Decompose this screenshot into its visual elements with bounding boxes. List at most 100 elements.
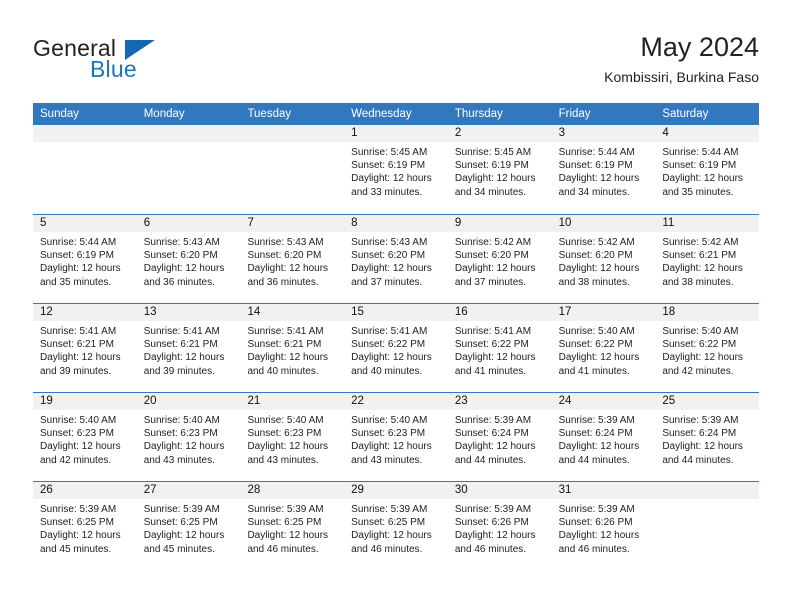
day-cell[interactable]: 22 Sunrise: 5:40 AM Sunset: 6:23 PM Dayligh… — [344, 393, 448, 481]
weekday-header-thursday: Thursday — [454, 108, 503, 120]
day-detail-line: Sunset: 6:19 PM — [662, 160, 737, 172]
day-cell[interactable]: 13 Sunrise: 5:41 AM Sunset: 6:21 PM Dayligh… — [136, 304, 241, 392]
day-cell-empty — [655, 482, 760, 570]
day-detail-line: and 42 minutes. — [40, 454, 112, 466]
day-detail-line: and 43 minutes. — [351, 454, 423, 466]
day-details: Sunrise: 5:44 AM Sunset: 6:19 PM Daylight:… — [552, 142, 656, 199]
day-cell[interactable]: 29 Sunrise: 5:39 AM Sunset: 6:25 PM Dayligh… — [344, 482, 448, 570]
day-cell[interactable]: 17 Sunrise: 5:40 AM Sunset: 6:22 PM Dayligh… — [551, 304, 656, 392]
day-number: 12 — [33, 304, 137, 321]
day-detail-line: Sunrise: 5:40 AM — [351, 415, 428, 426]
day-details: Sunrise: 5:40 AM Sunset: 6:23 PM Daylight:… — [137, 410, 241, 467]
day-cell[interactable]: 16 Sunrise: 5:41 AM Sunset: 6:22 PM Dayligh… — [447, 304, 552, 392]
calendar-week-row: 12 Sunrise: 5:41 AM Sunset: 6:21 PM Dayligh… — [33, 303, 760, 392]
day-detail-line: Sunset: 6:19 PM — [558, 160, 633, 172]
day-details: Sunrise: 5:39 AM Sunset: 6:26 PM Daylight:… — [552, 499, 656, 556]
day-detail-line: Daylight: 12 hours — [351, 263, 432, 275]
day-detail-line: and 39 minutes. — [40, 365, 112, 377]
day-detail-line: Daylight: 12 hours — [143, 352, 225, 364]
day-detail-line: Sunrise: 5:42 AM — [662, 237, 739, 248]
calendar-weeks: 1 Sunrise: 5:45 AM Sunset: 6:19 PM Daylight… — [33, 125, 760, 570]
day-cell[interactable]: 10 Sunrise: 5:42 AM Sunset: 6:20 PM Dayligh… — [551, 215, 656, 303]
day-number: 11 — [655, 215, 760, 232]
day-cell[interactable]: 27 Sunrise: 5:39 AM Sunset: 6:25 PM Dayligh… — [136, 482, 241, 570]
calendar-page: General Blue May 2024 Kombissiri, Burkin… — [0, 0, 792, 612]
calendar-grid: Sunday Monday Tuesday Wednesday Thursday Frid… — [33, 103, 760, 570]
day-detail-line: and 46 minutes. — [351, 543, 423, 555]
day-number: 2 — [447, 125, 552, 142]
day-detail-line: and 44 minutes. — [558, 454, 630, 466]
day-cell[interactable]: 3 Sunrise: 5:44 AM Sunset: 6:19 PM Daylight… — [551, 125, 656, 214]
day-number: 7 — [240, 215, 345, 232]
logo-blue-text: Blue — [90, 56, 137, 82]
day-detail-line: Sunrise: 5:39 AM — [662, 415, 739, 426]
day-number: 6 — [136, 215, 241, 232]
day-detail-line: Daylight: 12 hours — [351, 173, 432, 185]
day-detail-line: Sunset: 6:23 PM — [351, 428, 426, 440]
day-cell[interactable]: 28 Sunrise: 5:39 AM Sunset: 6:25 PM Dayligh… — [240, 482, 345, 570]
day-cell[interactable]: 5 Sunrise: 5:44 AM Sunset: 6:19 PM Daylight… — [33, 215, 137, 303]
day-number — [136, 125, 241, 142]
day-number: 19 — [33, 393, 137, 410]
day-cell[interactable]: 21 Sunrise: 5:40 AM Sunset: 6:23 PM Dayligh… — [240, 393, 345, 481]
day-detail-line: Daylight: 12 hours — [40, 352, 121, 364]
day-cell[interactable]: 18 Sunrise: 5:40 AM Sunset: 6:22 PM Dayligh… — [655, 304, 760, 392]
day-cell[interactable]: 19 Sunrise: 5:40 AM Sunset: 6:23 PM Dayligh… — [33, 393, 137, 481]
day-cell[interactable]: 11 Sunrise: 5:42 AM Sunset: 6:21 PM Dayligh… — [655, 215, 760, 303]
day-details: Sunrise: 5:39 AM Sunset: 6:25 PM Daylight:… — [33, 499, 137, 556]
day-number: 1 — [344, 125, 448, 142]
day-detail-line: and 39 minutes. — [143, 365, 215, 377]
day-cell[interactable]: 12 Sunrise: 5:41 AM Sunset: 6:21 PM Dayligh… — [33, 304, 137, 392]
day-cell[interactable]: 26 Sunrise: 5:39 AM Sunset: 6:25 PM Dayligh… — [33, 482, 137, 570]
day-number: 14 — [240, 304, 345, 321]
day-cell[interactable]: 9 Sunrise: 5:42 AM Sunset: 6:20 PM Daylight… — [447, 215, 552, 303]
day-number: 30 — [447, 482, 552, 499]
day-detail-line: Daylight: 12 hours — [558, 530, 640, 542]
day-number — [240, 125, 345, 142]
day-detail-line: Sunset: 6:19 PM — [351, 160, 426, 172]
day-detail-line: Daylight: 12 hours — [454, 263, 536, 275]
day-cell[interactable]: 2 Sunrise: 5:45 AM Sunset: 6:19 PM Daylight… — [447, 125, 552, 214]
day-cell[interactable]: 25 Sunrise: 5:39 AM Sunset: 6:24 PM Dayligh… — [655, 393, 760, 481]
day-cell[interactable]: 7 Sunrise: 5:43 AM Sunset: 6:20 PM Daylight… — [240, 215, 345, 303]
day-cell[interactable]: 20 Sunrise: 5:40 AM Sunset: 6:23 PM Dayligh… — [136, 393, 241, 481]
day-detail-line: Sunset: 6:20 PM — [454, 250, 529, 262]
day-detail-line: Daylight: 12 hours — [143, 441, 225, 453]
day-number: 3 — [551, 125, 656, 142]
day-details: Sunrise: 5:44 AM Sunset: 6:19 PM Daylight:… — [655, 142, 759, 199]
day-cell[interactable]: 31 Sunrise: 5:39 AM Sunset: 6:26 PM Dayligh… — [551, 482, 656, 570]
day-detail-line: Sunrise: 5:39 AM — [454, 504, 532, 515]
day-detail-line: Daylight: 12 hours — [351, 352, 432, 364]
day-detail-line: and 36 minutes. — [143, 276, 215, 288]
day-cell[interactable]: 4 Sunrise: 5:44 AM Sunset: 6:19 PM Daylight… — [655, 125, 760, 214]
day-detail-line: and 34 minutes. — [454, 186, 527, 198]
day-number: 31 — [551, 482, 656, 499]
day-detail-line: Sunrise: 5:41 AM — [143, 326, 220, 337]
day-detail-line: and 45 minutes. — [143, 543, 215, 555]
day-detail-line: Sunset: 6:24 PM — [454, 428, 529, 440]
day-detail-line: Sunset: 6:23 PM — [247, 428, 322, 440]
day-detail-line: Daylight: 12 hours — [662, 263, 743, 275]
day-detail-line: Sunset: 6:25 PM — [351, 517, 426, 529]
day-cell[interactable]: 8 Sunrise: 5:43 AM Sunset: 6:20 PM Daylight… — [344, 215, 448, 303]
day-detail-line: Daylight: 12 hours — [40, 530, 121, 542]
day-cell[interactable]: 24 Sunrise: 5:39 AM Sunset: 6:24 PM Dayligh… — [551, 393, 656, 481]
day-cell[interactable]: 30 Sunrise: 5:39 AM Sunset: 6:26 PM Dayligh… — [447, 482, 552, 570]
day-cell[interactable]: 23 Sunrise: 5:39 AM Sunset: 6:24 PM Dayligh… — [447, 393, 552, 481]
day-cell[interactable]: 1 Sunrise: 5:45 AM Sunset: 6:19 PM Daylight… — [344, 125, 448, 214]
weekday-header-friday: Friday — [558, 108, 591, 120]
weekday-header-sunday: Sunday — [40, 108, 80, 120]
day-detail-line: Sunset: 6:20 PM — [143, 250, 218, 262]
title-block: May 2024 Kombissiri, Burkina Faso — [604, 30, 759, 87]
day-detail-line: and 40 minutes. — [351, 365, 423, 377]
day-detail-line: Daylight: 12 hours — [143, 530, 225, 542]
day-cell[interactable]: 14 Sunrise: 5:41 AM Sunset: 6:21 PM Dayligh… — [240, 304, 345, 392]
day-cell[interactable]: 6 Sunrise: 5:43 AM Sunset: 6:20 PM Daylight… — [136, 215, 241, 303]
day-number: 13 — [136, 304, 241, 321]
day-detail-line: Sunrise: 5:41 AM — [454, 326, 532, 337]
day-number: 4 — [655, 125, 760, 142]
weekday-header-monday: Monday — [143, 108, 185, 120]
day-cell[interactable]: 15 Sunrise: 5:41 AM Sunset: 6:22 PM Dayligh… — [344, 304, 448, 392]
day-details: Sunrise: 5:42 AM Sunset: 6:20 PM Daylight:… — [552, 232, 656, 289]
day-detail-line: Sunset: 6:19 PM — [40, 250, 114, 262]
